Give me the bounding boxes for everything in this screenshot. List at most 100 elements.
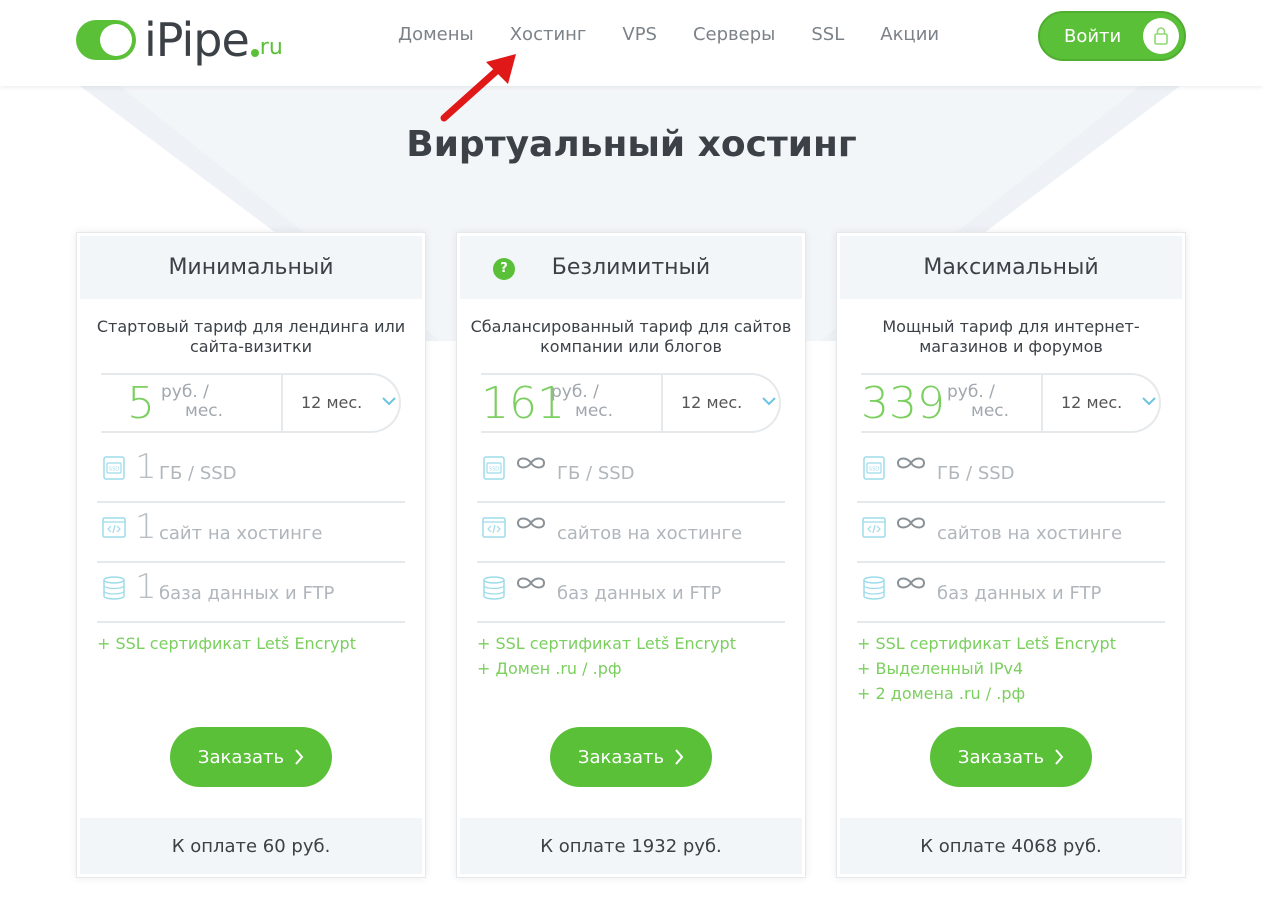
order-button[interactable]: Заказать (170, 727, 332, 787)
logo-toggle-icon (76, 20, 136, 60)
infinity-icon (896, 457, 926, 469)
database-icon (483, 576, 505, 600)
chevron-down-icon (382, 397, 396, 406)
logo-name: iPipe (144, 13, 250, 67)
plan-header: ? Безлимитный (460, 236, 802, 299)
feature-label: баз данных и FTP (937, 583, 1102, 604)
nav-item-promotions[interactable]: Акции (862, 22, 957, 48)
plan-title: Максимальный (923, 255, 1099, 280)
period-select[interactable]: 12 мес. (681, 375, 742, 431)
extra-item: + SSL сертификат Letš Encrypt (97, 634, 356, 653)
feature-value: 1 (135, 507, 157, 547)
infinity-icon (516, 517, 546, 529)
price-selector: 339 руб. / мес. 12 мес. (861, 373, 1161, 433)
infinity-icon (896, 517, 926, 529)
feature-sites: сайтов на хостинге (857, 503, 1165, 563)
price-value: 5 (127, 378, 155, 429)
plan-card-minimal: Минимальный Стартовый тариф для лендинга… (76, 232, 426, 878)
login-button[interactable]: Войти (1038, 11, 1186, 61)
price-selector: 161 руб. / мес. 12 мес. (481, 373, 781, 433)
feature-storage: SSD ГБ / SSD (477, 443, 785, 503)
plan-extras: + SSL сертификат Letš Encrypt + Домен .r… (477, 631, 787, 681)
feature-database: 1 база данных и FTP (97, 563, 405, 623)
divider (281, 375, 283, 431)
infinity-icon (516, 457, 546, 469)
infinity-icon (516, 577, 546, 589)
logo-tld: ru (259, 34, 283, 60)
main-nav: Домены Хостинг VPS Серверы SSL Акции (380, 22, 957, 48)
price-unit-line1: руб. / (161, 382, 209, 402)
plan-header: Минимальный (80, 236, 422, 299)
nav-item-hosting[interactable]: Хостинг (492, 22, 605, 48)
order-button-label: Заказать (957, 746, 1045, 768)
nav-item-domains[interactable]: Домены (380, 22, 492, 48)
ssd-icon: SSD (863, 456, 885, 480)
plan-total: К оплате 60 руб. (80, 818, 422, 874)
plan-card-unlimited: ? Безлимитный Сбалансированный тариф для… (456, 232, 806, 878)
feature-sites: 1 сайт на хостинге (97, 503, 405, 563)
plan-card-maximal: Максимальный Мощный тариф для интернет-м… (836, 232, 1186, 878)
nav-item-vps[interactable]: VPS (604, 22, 675, 48)
help-icon[interactable]: ? (493, 258, 515, 280)
plan-header: Максимальный (840, 236, 1182, 299)
nav-item-ssl[interactable]: SSL (793, 22, 862, 48)
order-button[interactable]: Заказать (930, 727, 1092, 787)
feature-database: баз данных и FTP (477, 563, 785, 623)
plan-description: Мощный тариф для интернет-магазинов и фо… (882, 317, 1140, 356)
code-icon (102, 517, 126, 538)
feature-value: 1 (135, 447, 157, 487)
plan-title: Минимальный (168, 255, 334, 280)
plan-description: Сбалансированный тариф для сайтов компан… (470, 317, 792, 356)
feature-label: база данных и FTP (159, 583, 335, 604)
plan-extras: + SSL сертификат Letš Encrypt + Выделенн… (857, 631, 1167, 706)
code-icon (482, 517, 506, 538)
login-button-label: Войти (1064, 25, 1122, 47)
divider (1041, 375, 1043, 431)
price-unit-line1: руб. / (947, 382, 995, 402)
extra-item: + SSL сертификат Letš Encrypt (857, 634, 1116, 653)
infinity-icon (896, 577, 926, 589)
period-select[interactable]: 12 мес. (301, 375, 362, 431)
svg-text:SSD: SSD (869, 467, 879, 473)
database-icon (863, 576, 885, 600)
plan-total: К оплате 4068 руб. (840, 818, 1182, 874)
period-select[interactable]: 12 мес. (1061, 375, 1122, 431)
plan-description: Стартовый тариф для лендинга или сайта-в… (96, 317, 406, 356)
price-unit-line1: руб. / (551, 382, 599, 402)
logo-dot (250, 49, 259, 57)
feature-label: ГБ / SSD (557, 463, 635, 484)
feature-label: сайт на хостинге (159, 523, 323, 544)
extra-item: + SSL сертификат Letš Encrypt (477, 634, 736, 653)
plan-extras: + SSL сертификат Letš Encrypt (97, 631, 407, 656)
feature-label: сайтов на хостинге (557, 523, 743, 544)
chevron-right-icon (1055, 749, 1064, 765)
price-unit-line2: мес. (575, 401, 614, 421)
code-icon (862, 517, 886, 538)
order-button-label: Заказать (577, 746, 665, 768)
plan-title: Безлимитный (551, 255, 711, 280)
chevron-right-icon (295, 749, 304, 765)
feature-label: сайтов на хостинге (937, 523, 1123, 544)
feature-storage: SSD ГБ / SSD (857, 443, 1165, 503)
price-unit-line2: мес. (185, 401, 224, 421)
chevron-down-icon (762, 397, 776, 406)
order-button[interactable]: Заказать (550, 727, 712, 787)
nav-item-servers[interactable]: Серверы (675, 22, 793, 48)
svg-text:SSD: SSD (109, 467, 119, 473)
red-arrow-annotation (440, 54, 516, 122)
logo[interactable]: iPipe ru (76, 12, 283, 68)
extra-item: + 2 домена .ru / .рф (857, 684, 1026, 703)
ssd-icon: SSD (483, 456, 505, 480)
extra-item: + Домен .ru / .рф (477, 659, 622, 678)
feature-label: ГБ / SSD (937, 463, 1015, 484)
database-icon (103, 576, 125, 600)
price-selector: 5 руб. / мес. 12 мес. (101, 373, 401, 433)
feature-database: баз данных и FTP (857, 563, 1165, 623)
feature-value: 1 (135, 567, 157, 607)
plan-total: К оплате 1932 руб. (460, 818, 802, 874)
ssd-icon: SSD (103, 456, 125, 480)
feature-label: баз данных и FTP (557, 583, 722, 604)
extra-item: + Выделенный IPv4 (857, 659, 1024, 678)
chevron-right-icon (675, 749, 684, 765)
lock-icon (1143, 18, 1179, 54)
